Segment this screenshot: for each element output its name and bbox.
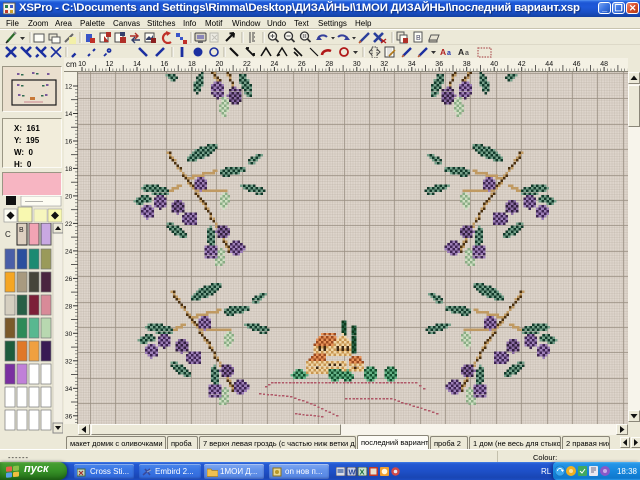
- svg-text:W: W: [349, 468, 357, 477]
- svg-text:---------: ---------: [25, 199, 43, 205]
- svg-text:12: 12: [65, 84, 73, 91]
- svg-text:40: 40: [490, 61, 498, 68]
- svg-text:30: 30: [353, 61, 361, 68]
- svg-text:36: 36: [65, 413, 73, 420]
- svg-text:A: A: [458, 47, 464, 57]
- svg-text:16: 16: [65, 139, 73, 146]
- svg-text:10: 10: [78, 61, 86, 68]
- svg-text:30: 30: [65, 331, 73, 338]
- svg-text:46: 46: [573, 61, 581, 68]
- svg-text:34: 34: [65, 386, 73, 393]
- svg-text:X: X: [360, 468, 365, 477]
- svg-text:18: 18: [188, 61, 196, 68]
- svg-text:28: 28: [65, 303, 73, 310]
- svg-text:32: 32: [380, 61, 388, 68]
- svg-text:B: B: [416, 35, 421, 42]
- svg-text:18: 18: [65, 166, 73, 173]
- svg-text:14: 14: [133, 61, 141, 68]
- svg-text:22: 22: [243, 61, 251, 68]
- svg-text:28: 28: [325, 61, 333, 68]
- svg-text:a: a: [465, 50, 469, 57]
- svg-text:16: 16: [161, 61, 169, 68]
- svg-text:20: 20: [216, 61, 224, 68]
- svg-text:26: 26: [65, 276, 73, 283]
- svg-text:24: 24: [271, 61, 279, 68]
- svg-text:32: 32: [65, 358, 73, 365]
- svg-text:48: 48: [600, 61, 608, 68]
- svg-text:14: 14: [65, 111, 73, 118]
- svg-text:36: 36: [435, 61, 443, 68]
- svg-text:12: 12: [106, 61, 114, 68]
- svg-text:44: 44: [545, 61, 553, 68]
- svg-text:26: 26: [298, 61, 306, 68]
- svg-text:22: 22: [65, 221, 73, 228]
- svg-text:cm: cm: [66, 60, 77, 69]
- svg-text:B: B: [19, 227, 24, 234]
- svg-text:34: 34: [408, 61, 416, 68]
- svg-text:38: 38: [463, 61, 471, 68]
- svg-text:C: C: [5, 230, 11, 239]
- svg-text:20: 20: [65, 193, 73, 200]
- svg-text:A: A: [440, 47, 446, 57]
- svg-text:a: a: [447, 50, 451, 57]
- svg-text:24: 24: [65, 248, 73, 255]
- svg-text:42: 42: [518, 61, 526, 68]
